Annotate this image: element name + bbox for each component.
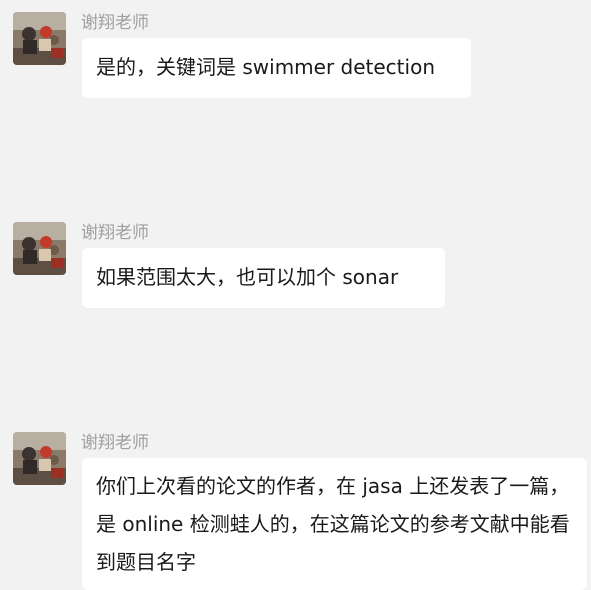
sender-name: 谢翔老师 — [81, 13, 149, 33]
avatar[interactable] — [13, 12, 66, 65]
message-bubble[interactable]: 你们上次看的论文的作者，在 jasa 上还发表了一篇，是 online 检测蛙人… — [82, 458, 587, 590]
chat-message: 谢翔老师 是的，关键词是 swimmer detection — [0, 12, 591, 102]
avatar-photo-icon — [13, 222, 66, 275]
avatar[interactable] — [13, 222, 66, 275]
sender-name: 谢翔老师 — [81, 433, 149, 453]
message-bubble[interactable]: 如果范围太大，也可以加个 sonar — [82, 248, 445, 308]
avatar[interactable] — [13, 432, 66, 485]
chat-history: 谢翔老师 是的，关键词是 swimmer detection 谢翔老师 如果范围… — [0, 0, 591, 590]
avatar-photo-icon — [13, 12, 66, 65]
avatar-photo-icon — [13, 432, 66, 485]
sender-name: 谢翔老师 — [81, 223, 149, 243]
chat-message: 谢翔老师 如果范围太大，也可以加个 sonar — [0, 222, 591, 312]
chat-message: 谢翔老师 你们上次看的论文的作者，在 jasa 上还发表了一篇，是 online… — [0, 432, 591, 590]
message-bubble[interactable]: 是的，关键词是 swimmer detection — [82, 38, 471, 98]
